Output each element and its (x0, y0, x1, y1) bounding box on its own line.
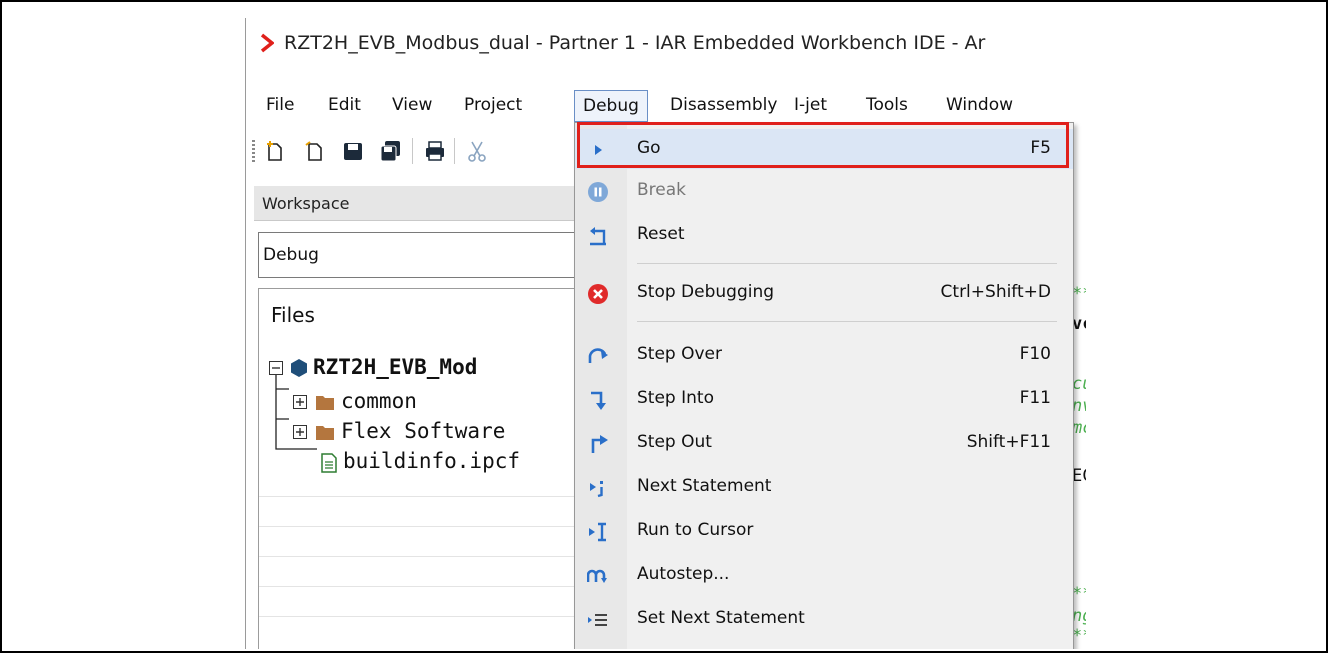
print-icon[interactable] (424, 140, 446, 162)
go-highlight-box (577, 122, 1069, 168)
menu-project[interactable]: Project (456, 91, 530, 119)
menu-disassembly[interactable]: Disassembly (662, 91, 785, 119)
editor-text: ** (1072, 626, 1086, 646)
ide-window: RZT2H_EVB_Modbus_dual - Partner 1 - IAR … (245, 18, 1086, 649)
menu-item-shortcut: F10 (1019, 344, 1051, 364)
collapse-icon[interactable] (269, 361, 283, 375)
toolbar-grip[interactable] (252, 140, 255, 162)
menu-item-label: Step Out (637, 432, 712, 452)
menu-item-label: Step Into (637, 388, 714, 408)
editor-text: ng (1072, 606, 1086, 626)
workspace-header: Workspace (254, 186, 576, 221)
menu-item-run-to-cursor[interactable]: Run to Cursor (575, 511, 1073, 551)
menu-separator (637, 321, 1057, 322)
break-icon (588, 182, 608, 202)
menu-item-stop-debugging[interactable]: Stop Debugging Ctrl+Shift+D (575, 273, 1073, 313)
configuration-select[interactable]: Debug (258, 232, 578, 278)
editor-text: EC (1072, 466, 1086, 486)
menu-bar: File Edit View Project Debug Disassembly… (246, 88, 1086, 122)
menu-i-jet[interactable]: I-jet (786, 91, 835, 119)
tree-item-label: common (341, 389, 417, 413)
step-over-icon (588, 348, 608, 363)
menu-item-shortcut: F11 (1019, 388, 1051, 408)
editor-pane: ** vc cu nv mc EC ** ng ** (1072, 186, 1086, 649)
row-divider (259, 616, 577, 617)
editor-text: vc (1072, 314, 1086, 334)
title-bar: RZT2H_EVB_Modbus_dual - Partner 1 - IAR … (246, 18, 1086, 70)
editor-text: nv (1072, 396, 1086, 416)
row-divider (259, 496, 577, 497)
menu-separator (637, 263, 1057, 264)
configuration-value: Debug (263, 245, 319, 265)
menu-debug[interactable]: Debug (574, 90, 648, 122)
menu-item-label: Next Statement (637, 476, 772, 496)
menu-item-label: Run to Cursor (637, 520, 754, 540)
menu-item-shortcut: Shift+F11 (966, 432, 1051, 452)
menu-file[interactable]: File (258, 91, 302, 119)
next-statement-icon (590, 481, 603, 498)
menu-item-label: Break (637, 180, 686, 200)
tree-item-label: RZT2H_EVB_Mod (313, 355, 478, 379)
toolbar-separator (454, 138, 455, 164)
menu-item-autostep[interactable]: Autostep... (575, 555, 1073, 595)
set-next-statement-icon (588, 614, 607, 626)
cut-icon[interactable] (466, 140, 488, 162)
menu-item-label: Step Over (637, 344, 722, 364)
toolbar-separator (412, 138, 413, 164)
row-divider (259, 526, 577, 527)
save-icon[interactable] (342, 140, 364, 162)
menu-item-next-statement[interactable]: Next Statement (575, 467, 1073, 507)
menu-item-reset[interactable]: Reset (575, 215, 1073, 255)
menu-item-set-next-statement[interactable]: Set Next Statement (575, 599, 1073, 639)
debug-menu: Go F5 Break Reset Stop Debugging Ctrl+Sh… (574, 122, 1074, 649)
reset-icon (590, 227, 606, 246)
menu-item-step-out[interactable]: Step Out Shift+F11 (575, 423, 1073, 463)
window-title: RZT2H_EVB_Modbus_dual - Partner 1 - IAR … (284, 32, 986, 54)
save-all-icon[interactable] (380, 140, 402, 162)
menu-edit[interactable]: Edit (320, 91, 369, 119)
file-icon (321, 453, 337, 473)
expand-icon[interactable] (293, 395, 307, 409)
stop-debugging-icon (588, 284, 608, 304)
menu-item-shortcut: Ctrl+Shift+D (940, 282, 1051, 302)
expand-icon[interactable] (293, 425, 307, 439)
autostep-icon (587, 569, 607, 583)
menu-item-label: Set Next Statement (637, 608, 805, 628)
editor-text: mc (1072, 418, 1086, 438)
editor-text: cu (1072, 374, 1086, 394)
tree-item-label: buildinfo.ipcf (343, 449, 521, 473)
menu-item-break[interactable]: Break (575, 171, 1073, 211)
workspace-title: Workspace (262, 194, 350, 213)
menu-window[interactable]: Window (938, 91, 1021, 119)
menu-view[interactable]: View (384, 91, 440, 119)
editor-text: ** (1072, 584, 1086, 604)
menu-item-label: Autostep... (637, 564, 730, 584)
menu-tools[interactable]: Tools (858, 91, 916, 119)
iar-logo-icon (260, 33, 274, 53)
step-into-icon (591, 391, 606, 410)
menu-item-label: Reset (637, 224, 685, 244)
menu-item-label: Stop Debugging (637, 282, 775, 302)
step-out-icon (591, 435, 608, 453)
run-to-cursor-icon (589, 522, 606, 542)
toolbar (246, 130, 576, 170)
open-file-icon[interactable] (304, 140, 326, 162)
tree-item-label: Flex Software (341, 419, 506, 443)
menu-item-step-into[interactable]: Step Into F11 (575, 379, 1073, 419)
editor-text: ** (1072, 284, 1086, 304)
project-icon (291, 359, 307, 377)
files-column-header: Files (271, 303, 315, 327)
row-divider (259, 556, 577, 557)
folder-icon (316, 426, 334, 440)
folder-icon (316, 396, 334, 410)
new-file-icon[interactable] (264, 140, 286, 162)
files-tree-panel: Files RZT2H_EVB_Mod common Flex Software… (258, 288, 578, 649)
menu-item-step-over[interactable]: Step Over F10 (575, 335, 1073, 375)
row-divider (259, 586, 577, 587)
